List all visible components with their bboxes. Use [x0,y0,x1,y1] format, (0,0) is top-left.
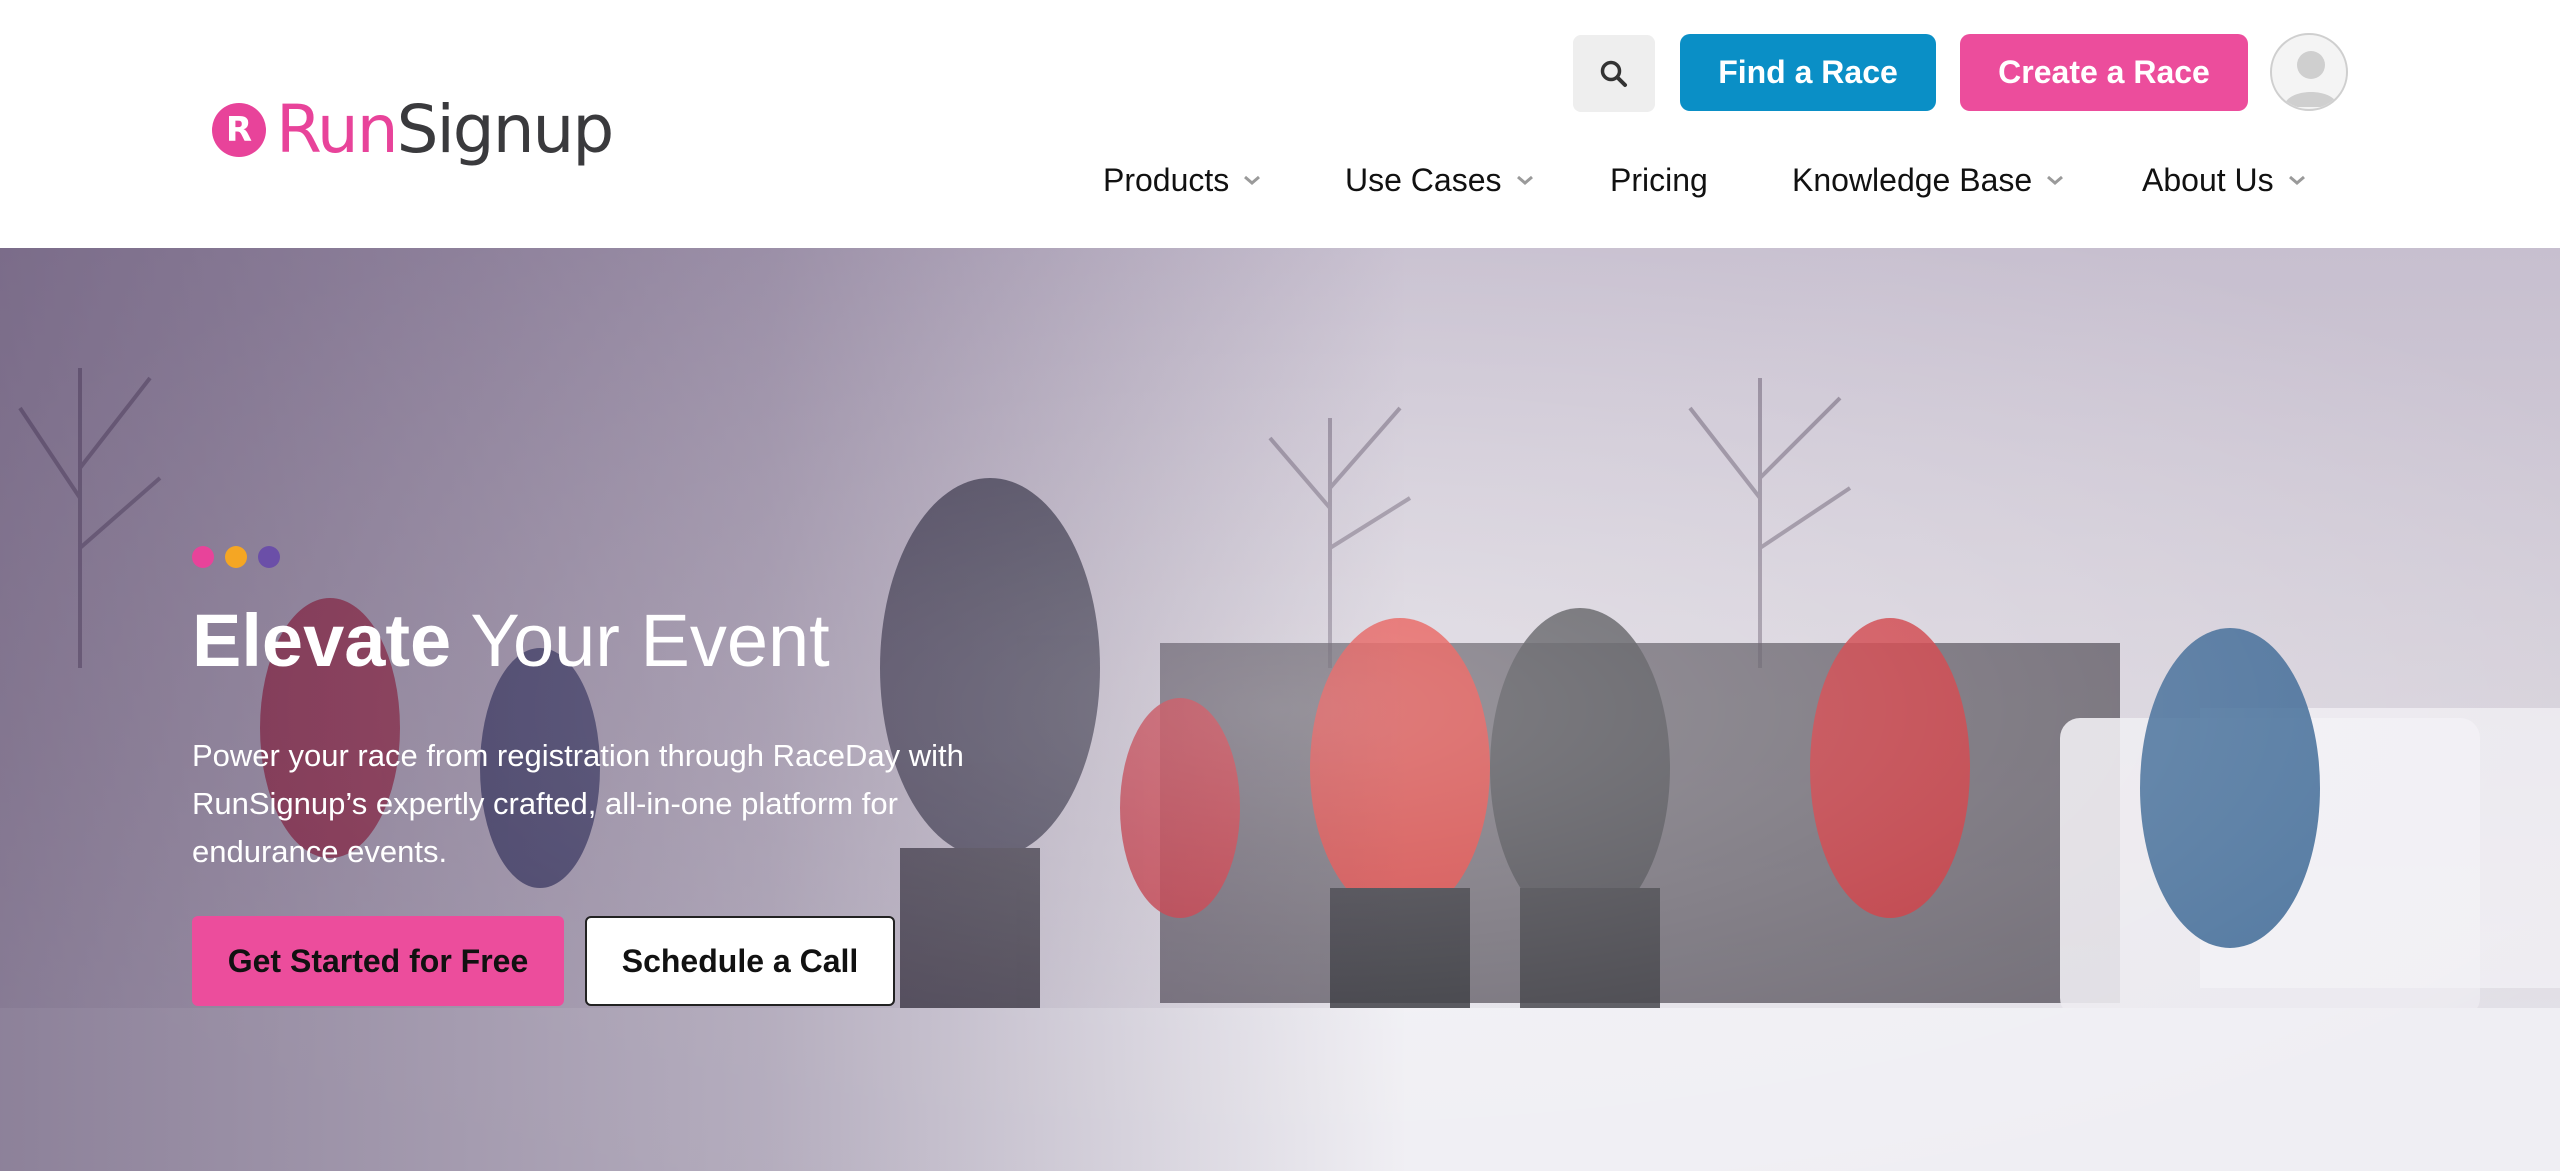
search-button[interactable] [1573,35,1655,112]
hero-subtitle: Power your race from registration throug… [192,738,964,869]
decorative-dots [192,546,280,568]
chevron-down-icon [2047,175,2064,185]
orange-dot-icon [225,546,247,568]
create-a-race-button[interactable]: Create a Race [1960,34,2248,111]
nav-knowledge-base[interactable]: Knowledge Base [1792,150,2064,210]
logo-mark-icon: R [212,103,266,157]
nav-knowledge-base-label: Knowledge Base [1792,161,2033,198]
user-avatar-icon [2284,51,2338,107]
search-icon [1600,60,1627,87]
pink-dot-icon [192,546,214,568]
hero-title: Elevate Your Event [192,598,830,683]
hero-section: Elevate Your Event Power your race from … [0,248,2560,1171]
nav-pricing-label: Pricing [1610,161,1708,198]
chevron-down-icon [1244,175,1261,185]
find-a-race-button[interactable]: Find a Race [1680,34,1936,111]
logo-signup-text: Signup [396,91,615,168]
hero-title-strong: Elevate [192,599,452,682]
nav-use-cases-label: Use Cases [1345,161,1502,198]
nav-pricing[interactable]: Pricing [1610,150,1708,210]
nav-products-label: Products [1103,161,1230,198]
hero-overlay [0,248,2560,1171]
logo-run-text: Run [276,91,399,168]
nav-products[interactable]: Products [1103,150,1261,210]
purple-dot-icon [258,546,280,568]
nav-about-us[interactable]: About Us [2142,150,2306,210]
site-header: R RunSignup Find a Race Create a Race Pr… [0,0,2560,248]
chevron-down-icon [2288,175,2305,185]
get-started-button[interactable]: Get Started for Free [192,916,564,1006]
logo-wordmark: RunSignup [276,97,614,163]
nav-use-cases[interactable]: Use Cases [1345,150,1534,210]
nav-about-us-label: About Us [2142,161,2274,198]
runsignup-logo[interactable]: R RunSignup [212,90,614,170]
user-avatar-button[interactable] [2270,33,2348,111]
hero-title-rest: Your Event [451,599,830,682]
schedule-call-button[interactable]: Schedule a Call [585,916,895,1006]
chevron-down-icon [1516,175,1533,185]
